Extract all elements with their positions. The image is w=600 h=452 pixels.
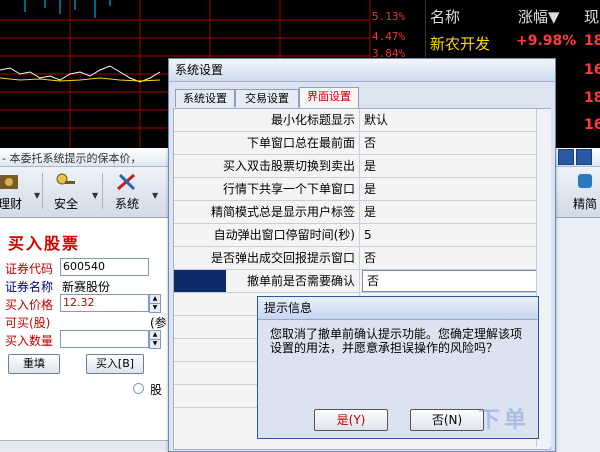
price-label: 买入价格 [5, 298, 54, 312]
money-icon [0, 175, 18, 189]
close-button[interactable] [576, 149, 592, 165]
tab-system[interactable]: 系统设置 [175, 89, 235, 107]
sort-down-icon: ▼ [548, 8, 560, 26]
col-name-header[interactable]: 名称 [430, 6, 460, 27]
pct-label: 4.47% [372, 30, 406, 43]
name-label: 证券名称 [5, 280, 54, 294]
compact-icon [578, 174, 592, 188]
stock-change: +9.98% [516, 33, 577, 49]
setting-row[interactable]: 自动弹出窗口停留时间(秒) 5 [174, 224, 550, 247]
system-button[interactable]: 系统 [108, 171, 146, 213]
code-label: 证券代码 [5, 262, 54, 276]
row-value: 18 [584, 90, 600, 106]
avail-ref: (参 [150, 316, 167, 330]
tools-icon [117, 173, 136, 191]
separator [102, 173, 103, 209]
buy-button[interactable]: 买入[B] [86, 354, 144, 374]
stock-price: 18 [584, 33, 600, 49]
avail-label: 可买(股) [5, 316, 51, 330]
watermark: 下单 [478, 408, 531, 433]
row-value: 16 [584, 62, 600, 78]
panel-title: 买入股票 [8, 234, 81, 253]
spin-down-icon[interactable]: ▼ [149, 339, 161, 349]
chevron-down-icon[interactable]: ▼ [34, 191, 40, 200]
row-value: 16 [584, 117, 600, 133]
setting-row[interactable]: 行情下共享一个下单窗口是 [174, 178, 550, 201]
radio-option[interactable] [133, 383, 144, 394]
security-button[interactable]: 安全 [48, 171, 84, 213]
stock-name[interactable]: 新农开发 [430, 33, 490, 54]
setting-row[interactable]: 是否弹出成交回报提示窗口否 [174, 247, 550, 270]
cancel-confirm-select[interactable]: 否 [362, 270, 538, 292]
radio-label: 股 [150, 383, 163, 397]
code-input[interactable]: 600540 [60, 258, 149, 276]
setting-row[interactable]: 买入双击股票切换到卖出是 [174, 155, 550, 178]
chevron-down-icon[interactable]: ▼ [92, 191, 98, 200]
confirm-title: 提示信息 [258, 297, 538, 320]
compact-button[interactable]: 精简 [568, 171, 600, 213]
spin-down-icon[interactable]: ▼ [149, 303, 161, 313]
minimize-button[interactable] [558, 149, 574, 165]
notice-text: - 本委托系统提示的保本价， [2, 152, 142, 165]
chevron-down-icon[interactable]: ▼ [152, 191, 158, 200]
col-change-header[interactable]: 涨幅▼ [518, 6, 560, 27]
separator [42, 173, 43, 209]
col-price-header[interactable]: 现 [584, 6, 599, 27]
scroll-track[interactable] [0, 440, 172, 451]
setting-row[interactable]: 精简模式总是显示用户标签是 [174, 201, 550, 224]
buy-panel: 买入股票 证券代码 600540 证券名称 新赛股份 买入价格 12.32 ▲ … [0, 218, 172, 451]
reset-button[interactable]: 重填 [8, 354, 60, 374]
qty-label: 买入数量 [5, 334, 54, 348]
dialog-title: 系统设置 [169, 59, 555, 82]
pct-label: 5.13% [372, 10, 406, 23]
setting-row-cancel-confirm[interactable]: 撤单前是否需要确认否▼ [174, 270, 550, 293]
confirm-message: 您取消了撤单前确认提示功能。您确定理解该项设置的用法，并愿意承担误操作的风险吗？ [270, 327, 523, 355]
setting-row[interactable]: 最小化标题显示 默认 [174, 109, 550, 132]
key-icon [56, 173, 75, 185]
price-input[interactable]: 12.32 [60, 294, 149, 312]
tab-trade[interactable]: 交易设置 [235, 89, 299, 107]
tab-interface[interactable]: 界面设置 [299, 87, 359, 108]
name-value: 新赛股份 [62, 280, 111, 294]
finance-button[interactable]: 理财 [0, 171, 26, 213]
setting-row[interactable]: 下单窗口总在最前面否 [174, 132, 550, 155]
qty-input[interactable] [60, 330, 149, 348]
yes-button[interactable]: 是(Y) [314, 409, 388, 431]
no-button[interactable]: 否(N) [410, 409, 484, 431]
